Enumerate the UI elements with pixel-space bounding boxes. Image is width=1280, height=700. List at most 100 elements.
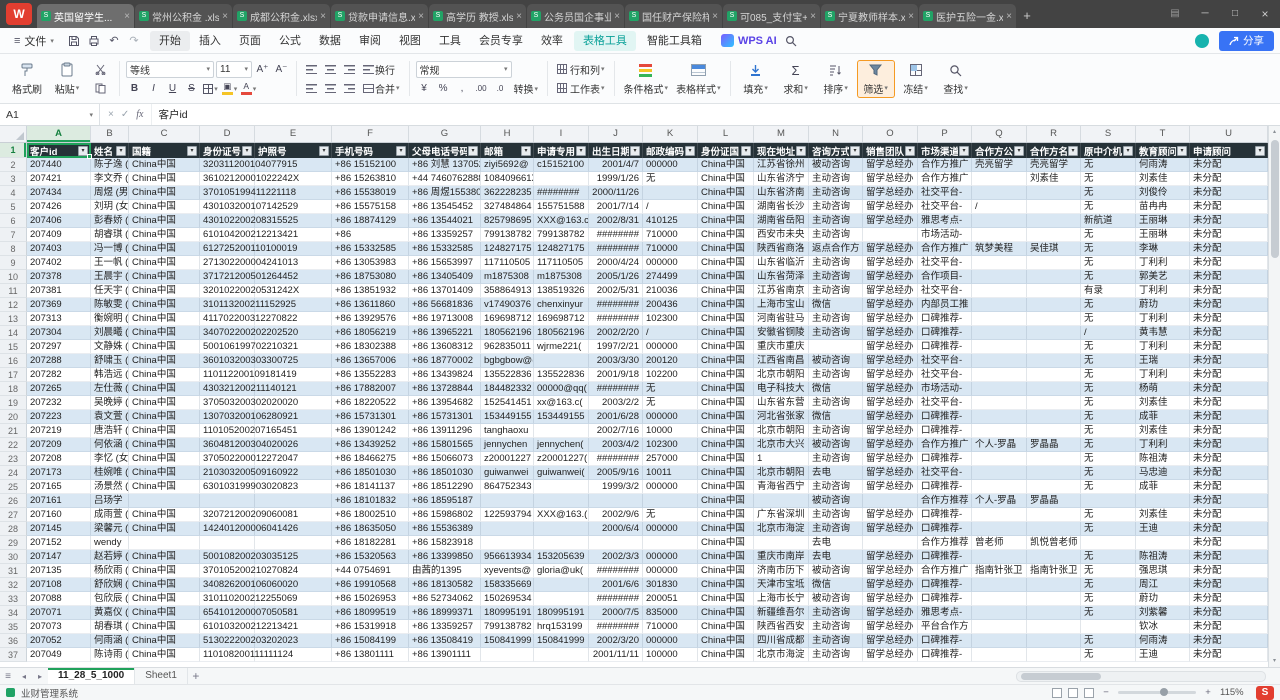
cell[interactable]: 207165	[27, 480, 91, 494]
row-header-35[interactable]: 35	[0, 620, 27, 634]
cell[interactable]: 207409	[27, 228, 91, 242]
column-header-O[interactable]: O	[863, 126, 918, 142]
document-tab[interactable]: S常州公积金 .xlsx×	[135, 4, 232, 28]
save-icon[interactable]	[64, 31, 84, 51]
cell[interactable]: 未分配	[1190, 200, 1268, 214]
conditional-format-button[interactable]: 条件格式▾	[621, 60, 672, 98]
cell[interactable]: 刘紫馨	[1136, 606, 1190, 620]
cell[interactable]: China中国	[129, 340, 200, 354]
filter-dropdown-icon[interactable]: ▾	[396, 146, 406, 156]
cell[interactable]: 口碑推荐-	[918, 578, 972, 592]
cell[interactable]: 未分配	[1190, 522, 1268, 536]
cell[interactable]: XXX@163.(	[534, 508, 589, 522]
cell[interactable]: 124827175	[481, 242, 534, 256]
cell[interactable]: 留学总经办	[863, 284, 918, 298]
cell[interactable]: 主动咨询	[809, 214, 863, 228]
cell[interactable]: 825798695	[481, 214, 534, 228]
cell[interactable]: 陈祖涛	[1136, 550, 1190, 564]
filter-button[interactable]: 筛选▾	[857, 60, 895, 98]
cell[interactable]: 主动咨询	[809, 620, 863, 634]
cell[interactable]: 留学总经办	[863, 242, 918, 256]
row-header-11[interactable]: 11	[0, 284, 27, 298]
cell[interactable]: China中国	[129, 578, 200, 592]
cell[interactable]: 000000	[643, 480, 698, 494]
cell[interactable]: 成菲	[1136, 410, 1190, 424]
cell[interactable]: China中国	[129, 550, 200, 564]
cell[interactable]: 2002/3/20	[589, 634, 643, 648]
undo-icon[interactable]: ↶	[104, 31, 124, 51]
cell[interactable]: chenxinyur	[534, 298, 589, 312]
table-header-cell[interactable]: 出生日期▾	[589, 143, 643, 158]
cell[interactable]: 207135	[27, 564, 91, 578]
cell[interactable]: 207160	[27, 508, 91, 522]
cell[interactable]: 北京市朝阳	[754, 424, 809, 438]
tab-close-icon[interactable]: ×	[1006, 11, 1012, 22]
cell[interactable]: 610103200212213421	[200, 620, 255, 634]
vertical-scrollbar[interactable]: ▴ ▾	[1268, 126, 1280, 667]
cell[interactable]	[1081, 620, 1136, 634]
cell[interactable]: /	[1081, 326, 1136, 340]
cell[interactable]: China中国	[698, 382, 754, 396]
menu-tab[interactable]: 工具	[430, 31, 470, 51]
cell[interactable]: 主动咨询	[809, 508, 863, 522]
filter-dropdown-icon[interactable]: ▾	[1068, 146, 1078, 156]
cell[interactable]: 社交平台-	[918, 396, 972, 410]
cell[interactable]: 口碑推荐-	[918, 634, 972, 648]
cell[interactable]: 340826200106060020	[200, 578, 255, 592]
column-header-N[interactable]: N	[809, 126, 863, 142]
table-header-cell[interactable]: 父母电话号码▾	[409, 143, 481, 158]
cell[interactable]	[255, 494, 332, 508]
cell[interactable]: China中国	[698, 368, 754, 382]
filter-dropdown-icon[interactable]: ▾	[468, 146, 478, 156]
cell[interactable]: 430321200211140121	[200, 382, 255, 396]
row-header-37[interactable]: 37	[0, 648, 27, 662]
menu-tab[interactable]: 会员专享	[470, 31, 532, 51]
cell[interactable]	[972, 298, 1027, 312]
cell[interactable]: guiwanwei(	[534, 466, 589, 480]
cell[interactable]: 社交平台-	[918, 200, 972, 214]
cell[interactable]: 未分配	[1190, 648, 1268, 662]
cell[interactable]: 210303200509160922	[200, 466, 255, 480]
cell[interactable]: China中国	[698, 494, 754, 508]
cell[interactable]: 北京市朝阳	[754, 368, 809, 382]
cell[interactable]: China中国	[129, 452, 200, 466]
row-header-14[interactable]: 14	[0, 326, 27, 340]
cell[interactable]: +86 13053983	[332, 256, 409, 270]
cell[interactable]: 710000	[643, 228, 698, 242]
decrease-font-icon[interactable]: A⁻	[273, 61, 290, 77]
cell[interactable]: +86 13611860	[332, 298, 409, 312]
menu-tab[interactable]: 开始	[150, 31, 190, 51]
cancel-entry-icon[interactable]: ×	[108, 109, 114, 120]
cell[interactable]: 799138782	[481, 620, 534, 634]
cell[interactable]: 留学总经办	[863, 200, 918, 214]
cell[interactable]: 未分配	[1190, 242, 1268, 256]
cell[interactable]	[481, 536, 534, 550]
cell[interactable]: 207147	[27, 550, 91, 564]
rows-columns-button[interactable]: 行和列▾	[554, 61, 608, 77]
cell[interactable]: 150269534	[481, 592, 534, 606]
cell[interactable]	[129, 494, 200, 508]
name-box[interactable]: A1▾	[0, 104, 100, 125]
cell[interactable]: China中国	[698, 186, 754, 200]
cell[interactable]: 未分配	[1190, 326, 1268, 340]
cell[interactable]: 未分配	[1190, 298, 1268, 312]
cell[interactable]: 留学总经办	[863, 382, 918, 396]
cell[interactable]	[972, 578, 1027, 592]
cell[interactable]: 320311200104077915	[200, 158, 255, 172]
row-header-28[interactable]: 28	[0, 522, 27, 536]
cell[interactable]: +86	[332, 228, 409, 242]
cell[interactable]: 合作方推荐	[918, 536, 972, 550]
cell[interactable]	[481, 522, 534, 536]
cell[interactable]: 唐浩轩 (男	[91, 424, 129, 438]
cell[interactable]: 陕西省西安	[754, 620, 809, 634]
cell[interactable]: 207049	[27, 648, 91, 662]
row-header-17[interactable]: 17	[0, 368, 27, 382]
cell[interactable]: 158335669	[481, 578, 534, 592]
cell[interactable]	[972, 228, 1027, 242]
column-header-B[interactable]: B	[91, 126, 129, 142]
cell[interactable]: 口碑推荐-	[918, 592, 972, 606]
cell[interactable]	[1027, 466, 1081, 480]
row-header-15[interactable]: 15	[0, 340, 27, 354]
insert-function-icon[interactable]: fx	[136, 109, 143, 120]
file-menu[interactable]: ≡ 文件 ▾	[6, 31, 62, 51]
